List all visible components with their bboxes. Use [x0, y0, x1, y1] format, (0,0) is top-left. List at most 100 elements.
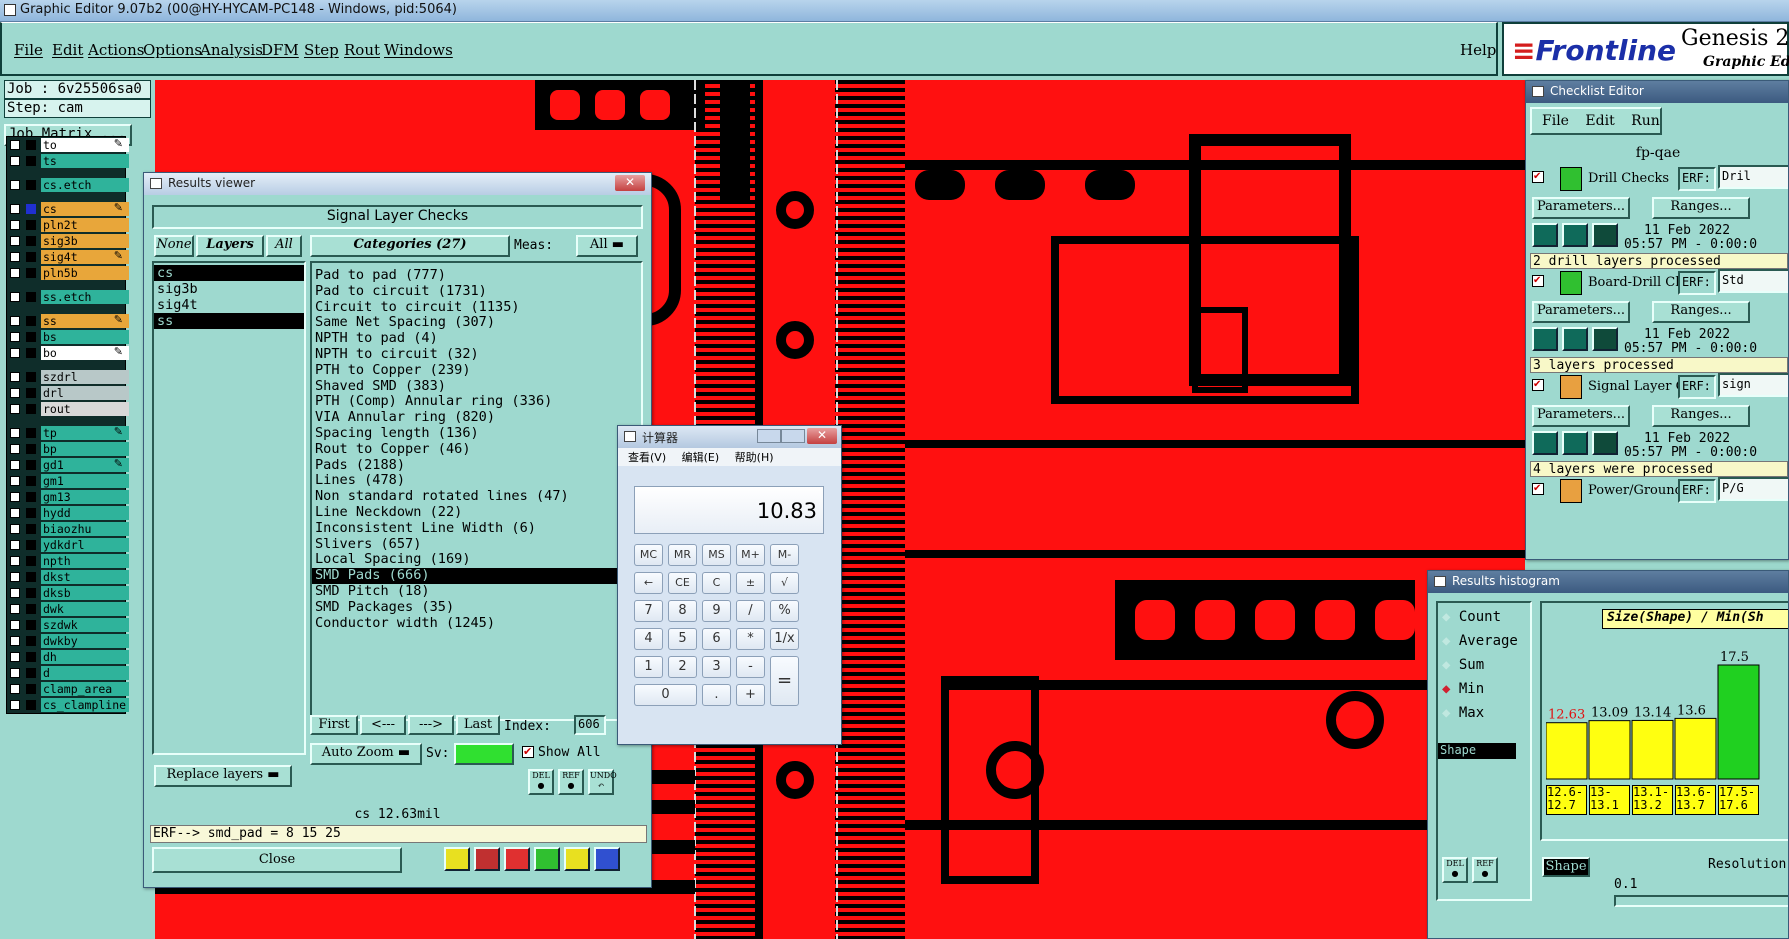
layer-list-item[interactable]: sig4t	[154, 297, 304, 313]
report-icon[interactable]	[564, 847, 590, 871]
layer-row[interactable]: clamp_area	[7, 681, 129, 697]
layer-row[interactable]: bs	[7, 329, 129, 345]
menu-help[interactable]: Help	[1460, 41, 1496, 59]
category-item[interactable]: Local Spacing (169)	[312, 552, 641, 568]
hist-del-icon[interactable]: DEL ●	[1442, 857, 1468, 883]
menu-file[interactable]: File	[14, 41, 43, 59]
calc-key[interactable]: 3	[702, 656, 731, 678]
layer-label[interactable]: dkst	[41, 570, 129, 584]
menu-analysis[interactable]: Analysis	[200, 41, 263, 59]
layer-label[interactable]: cs.etch	[41, 178, 129, 192]
replace-layers-select[interactable]: Replace layers ▬	[154, 765, 292, 787]
calc-menu-edit[interactable]: 编辑(E)	[682, 451, 720, 464]
layer-checkbox[interactable]	[10, 668, 20, 678]
layer-checkbox[interactable]	[10, 524, 20, 534]
action-icon[interactable]	[1560, 375, 1582, 399]
layer-label[interactable]: clamp_area	[41, 682, 129, 696]
layer-label[interactable]: hydd	[41, 506, 129, 520]
category-item[interactable]: SMD Pads (666)	[312, 567, 641, 584]
histogram-bar[interactable]	[1546, 722, 1588, 780]
layer-row[interactable]: sig3b	[7, 233, 129, 249]
erf-select[interactable]: sign	[1718, 373, 1788, 397]
histogram-option[interactable]: ◆ Average	[1442, 633, 1518, 649]
layer-label[interactable]: drl	[41, 386, 129, 400]
layer-label[interactable]: dksb	[41, 586, 129, 600]
layer-checkbox[interactable]	[10, 388, 20, 398]
stop-icon[interactable]	[1592, 223, 1618, 247]
run-icon[interactable]	[1532, 327, 1558, 351]
category-item[interactable]: SMD Pitch (18)	[312, 583, 641, 600]
ranges-button[interactable]: Ranges...	[1652, 197, 1750, 219]
calc-key[interactable]: MS	[702, 544, 731, 566]
run-all-icon[interactable]	[1562, 327, 1588, 351]
histogram-option[interactable]: ◆ Min	[1442, 681, 1484, 697]
calc-key[interactable]: %	[770, 600, 799, 622]
layer-list-item[interactable]: ss	[154, 313, 304, 329]
category-item[interactable]: PTH (Comp) Annular ring (336)	[312, 394, 641, 410]
layer-checkbox[interactable]	[10, 348, 20, 358]
ref-icon[interactable]: REF ●	[558, 769, 584, 795]
layer-label[interactable]: ydkdrl	[41, 538, 129, 552]
checklist-item-checkbox[interactable]: ✔	[1532, 379, 1544, 391]
layer-row[interactable]: ss ✎	[7, 313, 129, 329]
calc-key[interactable]: /	[736, 600, 765, 622]
histogram-bar[interactable]	[1674, 717, 1717, 780]
layer-checkbox[interactable]	[10, 700, 20, 710]
layer-checkbox[interactable]	[10, 316, 20, 326]
layer-row[interactable]: cs_clampline	[7, 697, 129, 713]
category-item[interactable]: Pads (2188)	[312, 457, 641, 474]
category-item[interactable]: NPTH to circuit (32)	[312, 346, 641, 363]
layer-label[interactable]: gm13	[41, 490, 129, 504]
checklist-icon[interactable]	[534, 847, 560, 871]
category-item[interactable]: Same Net Spacing (307)	[312, 315, 641, 331]
category-item[interactable]: Line Neckdown (22)	[312, 504, 641, 521]
erf-select[interactable]: Std	[1718, 269, 1788, 293]
show-all-checkbox[interactable]: ✔	[522, 746, 534, 758]
layer-checkbox[interactable]	[10, 572, 20, 582]
none-button[interactable]: None	[154, 235, 194, 257]
action-icon[interactable]	[1560, 479, 1582, 503]
layer-checkbox[interactable]	[10, 180, 20, 190]
layer-checkbox[interactable]	[10, 652, 20, 662]
layer-checkbox[interactable]	[10, 540, 20, 550]
layer-row[interactable]: ts	[7, 153, 129, 169]
layer-checkbox[interactable]	[10, 508, 20, 518]
layer-label[interactable]: dwk	[41, 602, 129, 616]
layer-row[interactable]: ydkdrl	[7, 537, 129, 553]
parameters-button[interactable]: Parameters...	[1532, 301, 1630, 323]
layers-button[interactable]: Layers	[196, 235, 264, 257]
category-item[interactable]: VIA Annular ring (820)	[312, 409, 641, 426]
calc-key[interactable]: M+	[736, 544, 765, 566]
calc-key[interactable]: +	[736, 684, 765, 706]
histogram-option[interactable]: ◆ Max	[1442, 705, 1484, 721]
layer-checkbox[interactable]	[10, 444, 20, 454]
chart-icon[interactable]	[444, 847, 470, 871]
layer-checkbox[interactable]	[10, 292, 20, 302]
category-item[interactable]: Lines (478)	[312, 473, 641, 489]
calc-menu-help[interactable]: 帮助(H)	[735, 451, 774, 464]
histogram-option[interactable]: ◆ Sum	[1442, 657, 1484, 673]
calc-key[interactable]: *	[736, 628, 765, 650]
calc-key[interactable]: 9	[702, 600, 731, 622]
layer-row[interactable]: cs.etch	[7, 177, 129, 193]
menu-dfm[interactable]: DFM	[261, 41, 299, 59]
layer-label[interactable]: dwkby	[41, 634, 129, 648]
calculator-close-button[interactable]: ✕	[807, 428, 837, 444]
category-item[interactable]: Pad to circuit (1731)	[312, 283, 641, 300]
layer-row[interactable]: cs ✎	[7, 201, 129, 217]
layer-label[interactable]: pln2t	[41, 218, 129, 232]
layer-row[interactable]: npth	[7, 553, 129, 569]
layer-checkbox[interactable]	[10, 604, 20, 614]
layer-label[interactable]: d	[41, 666, 129, 680]
layer-checkbox[interactable]	[10, 252, 20, 262]
category-item[interactable]: Circuit to circuit (1135)	[312, 299, 641, 316]
hist-ref-icon[interactable]: REF ●	[1472, 857, 1498, 883]
layer-checkbox[interactable]	[10, 268, 20, 278]
calc-key[interactable]: √	[770, 572, 799, 594]
histogram-icon[interactable]	[594, 847, 620, 871]
category-item[interactable]: SMD Packages (35)	[312, 599, 641, 616]
layer-list-item[interactable]: cs	[154, 265, 304, 281]
checklist-item-label[interactable]: Signal Layer Ch	[1588, 379, 1678, 394]
layer-label[interactable]: biaozhu	[41, 522, 129, 536]
calc-key[interactable]: 4	[634, 628, 663, 650]
